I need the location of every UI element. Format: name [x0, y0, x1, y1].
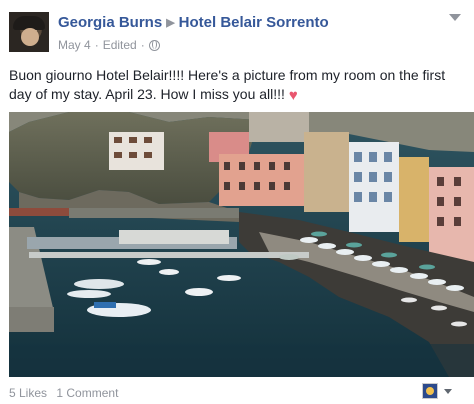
post-message: Buon giourno Hotel Belair!!!! Here's a p… — [9, 66, 465, 104]
author-name-link[interactable]: Georgia Burns — [58, 14, 162, 31]
meta-separator-2: · — [140, 38, 145, 52]
post-meta: May 4 · Edited · — [58, 38, 160, 52]
post-reactions-summary: 5 Likes 1 Comment — [9, 386, 124, 400]
arrow-right-icon: ▶ — [166, 17, 175, 29]
heart-icon: ♥ — [288, 87, 298, 104]
likes-count-link[interactable]: 5 Likes — [9, 386, 47, 400]
meta-separator: · — [94, 38, 99, 52]
post-date-link[interactable]: May 4 — [58, 38, 91, 52]
facebook-post: Georgia Burns ▶ Hotel Belair Sorrento May … — [0, 0, 474, 404]
page-avatar-icon[interactable] — [422, 383, 438, 399]
comments-count-link[interactable]: 1 Comment — [56, 386, 118, 400]
avatar-face — [21, 28, 39, 46]
post-message-text: Buon giourno Hotel Belair!!!! Here's a p… — [9, 67, 446, 102]
post-photo[interactable] — [9, 112, 474, 377]
harbor-photo-illustration — [9, 112, 474, 377]
edited-link[interactable]: Edited — [103, 38, 137, 52]
author-avatar[interactable] — [9, 12, 49, 52]
post-header: Georgia Burns ▶ Hotel Belair Sorrento — [58, 14, 329, 31]
globe-icon[interactable] — [148, 39, 160, 51]
audience-caret-icon[interactable] — [444, 389, 452, 394]
page-name-link[interactable]: Hotel Belair Sorrento — [179, 14, 329, 31]
post-options-chevron-icon[interactable] — [448, 14, 462, 24]
